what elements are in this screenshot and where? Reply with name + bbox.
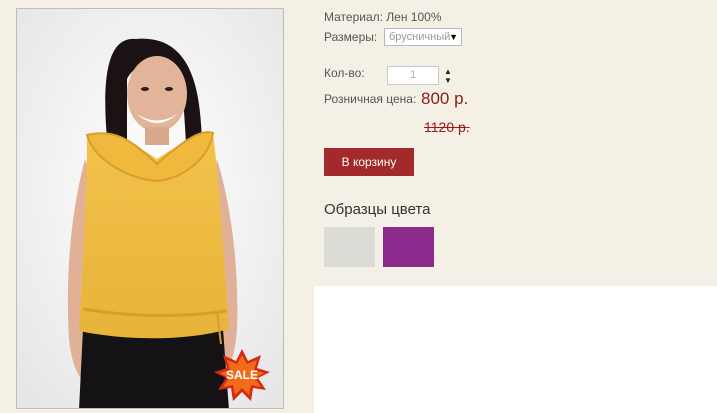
product-photo[interactable]: SALE xyxy=(16,8,284,409)
product-image: SALE xyxy=(17,9,283,408)
price-row: Розничная цена: 800 р. xyxy=(324,89,468,108)
quantity-input[interactable]: 1 xyxy=(387,66,439,85)
swatch-light-gray[interactable] xyxy=(324,227,375,267)
size-select-value: брусничный xyxy=(389,31,451,43)
size-select[interactable]: брусничный ▼ xyxy=(384,28,462,46)
swatch-purple[interactable] xyxy=(383,227,434,267)
quantity-stepper[interactable]: ▲ ▼ xyxy=(444,67,452,85)
sizes-label: Размеры: xyxy=(324,30,378,44)
material-text: Материал: Лен 100% xyxy=(324,10,442,24)
add-to-cart-button[interactable]: В корзину xyxy=(324,148,414,176)
svg-text:SALE: SALE xyxy=(226,368,258,382)
price-label: Розничная цена: xyxy=(324,92,417,106)
quantity-row: Кол-во: 1 ▲ ▼ xyxy=(324,66,452,85)
sizes-row: Размеры: брусничный ▼ xyxy=(324,28,462,46)
content-panel xyxy=(314,286,717,413)
dropdown-arrow-icon: ▼ xyxy=(449,32,458,42)
quantity-label: Кол-во: xyxy=(324,66,365,80)
price-new: 800 р. xyxy=(421,89,469,108)
price-old: 1120 р. xyxy=(424,119,470,135)
arrow-down-icon[interactable]: ▼ xyxy=(444,76,452,85)
arrow-up-icon[interactable]: ▲ xyxy=(444,67,452,76)
color-samples-title: Образцы цвета xyxy=(324,201,431,218)
